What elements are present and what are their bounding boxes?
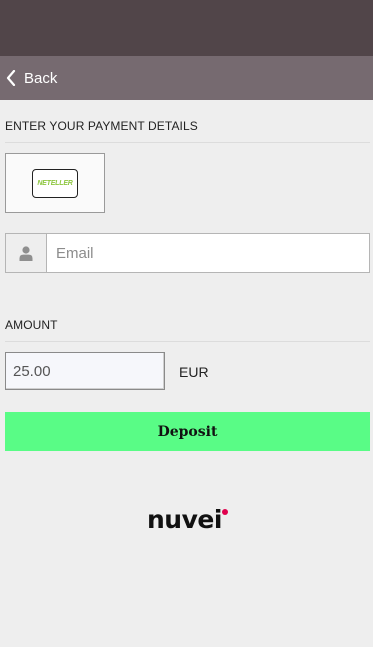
payment-method-neteller[interactable]: NETELLER [5,153,105,213]
divider [5,142,370,143]
email-field-group [5,233,370,273]
email-input[interactable] [47,234,369,272]
back-button[interactable]: Back [6,70,57,87]
neteller-logo: NETELLER [32,168,78,198]
amount-title: AMOUNT [5,318,58,332]
divider [5,341,370,342]
nuvei-logo: nuvei [147,505,222,534]
currency-label: EUR [179,364,209,380]
status-bar [0,0,373,56]
nav-bar: Back [0,56,373,100]
back-label: Back [24,69,58,87]
amount-input[interactable] [5,352,165,390]
deposit-button[interactable]: Deposit [5,412,370,451]
user-icon [19,245,33,261]
email-addon [6,234,47,272]
payment-details-title: ENTER YOUR PAYMENT DETAILS [5,119,198,133]
chevron-left-icon [6,70,16,86]
nuvei-logo-dot [222,509,228,515]
